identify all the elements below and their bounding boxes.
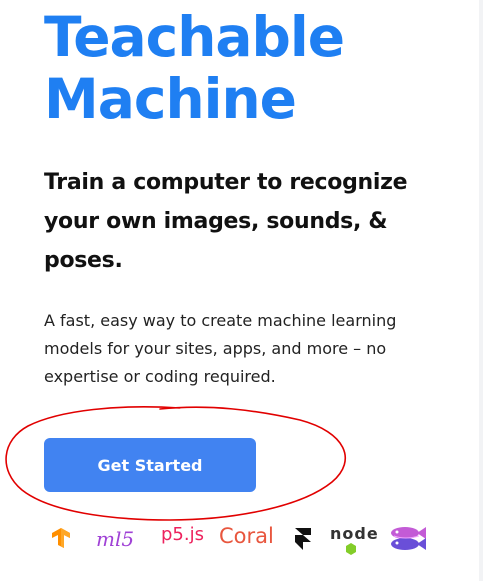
hero-title-line-1: Teachable <box>44 5 345 69</box>
partner-logos: ml5 p5.js Coral node <box>44 520 434 558</box>
subtitle-line-2: your own images, sounds, & <box>44 209 388 234</box>
description-line-3: expertise or coding required. <box>44 367 276 386</box>
tensorflow-logo-icon <box>52 528 70 548</box>
page-edge <box>479 0 483 581</box>
hero-title-line-2: Machine <box>44 67 297 131</box>
subtitle-line-3: poses. <box>44 248 123 273</box>
nodejs-logo: node <box>330 524 379 543</box>
p5js-logo: p5.js <box>161 524 204 545</box>
framer-logo-icon <box>295 528 311 550</box>
coral-logo: Coral <box>219 524 274 548</box>
hero-title: Teachable Machine <box>44 5 345 131</box>
hero-subtitle: Train a computer to recognize your own i… <box>44 163 444 280</box>
landing-page: Teachable Machine Train a computer to re… <box>0 0 483 581</box>
hero-description: A fast, easy way to create machine learn… <box>44 307 444 391</box>
nodejs-hexagon-icon <box>346 543 356 555</box>
subtitle-line-1: Train a computer to recognize <box>44 170 408 195</box>
fish-logo-icon <box>391 527 426 550</box>
description-line-1: A fast, easy way to create machine learn… <box>44 311 397 330</box>
description-line-2: models for your sites, apps, and more – … <box>44 339 387 358</box>
ml5-logo: ml5 <box>96 527 135 551</box>
get-started-button[interactable]: Get Started <box>44 438 256 492</box>
